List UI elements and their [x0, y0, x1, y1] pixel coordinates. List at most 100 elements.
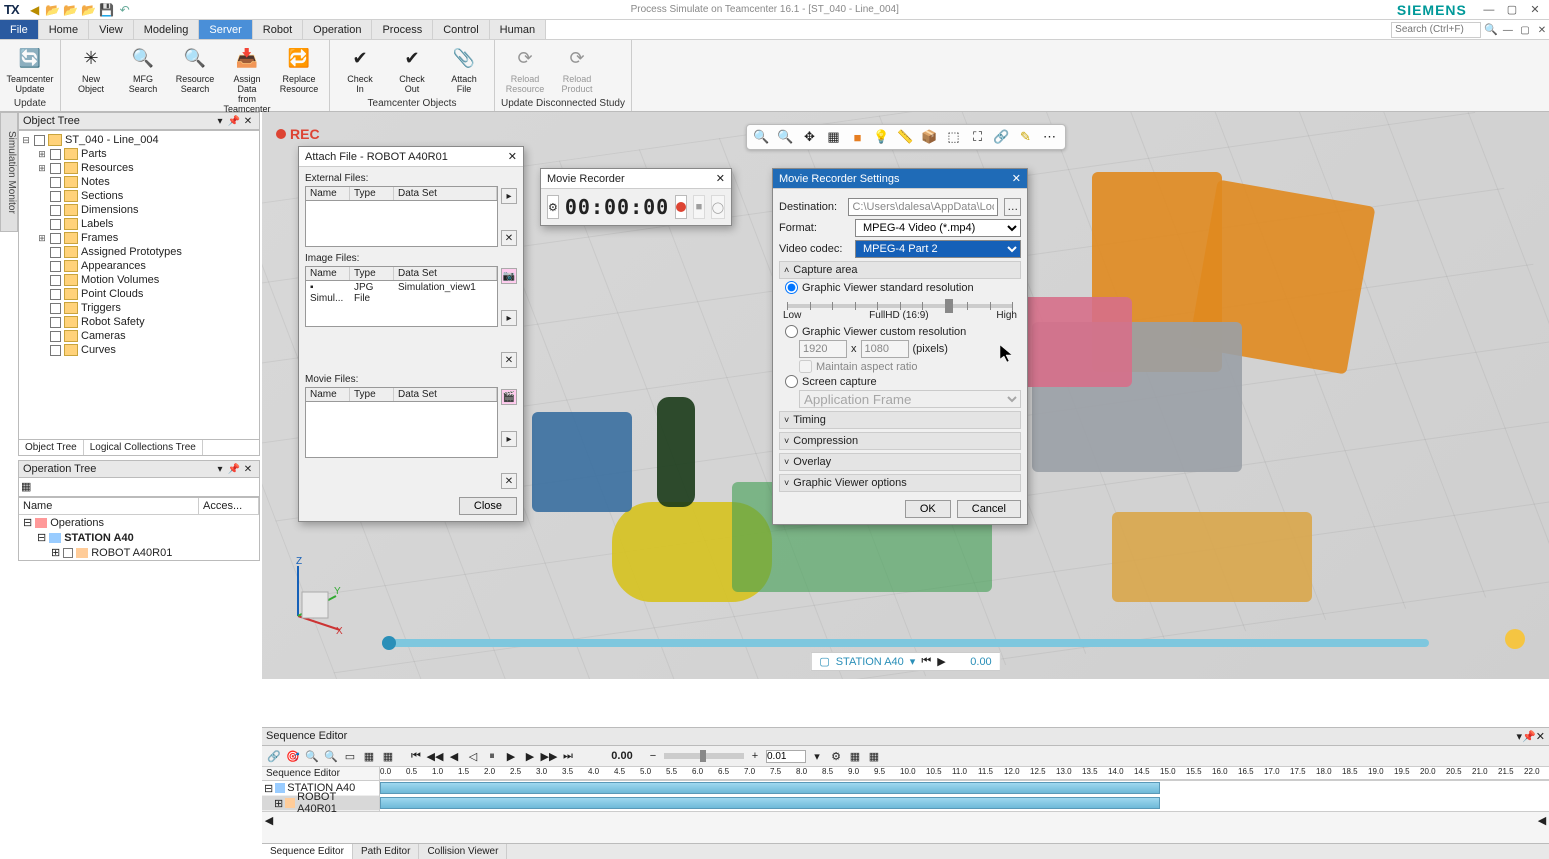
window-close-icon[interactable]: ✕	[1525, 3, 1545, 16]
optree-toolbar-icon[interactable]: ▦	[21, 480, 37, 494]
ribbon-new-button[interactable]: ✳NewObject	[67, 42, 115, 114]
vp-measure-icon[interactable]: 📏	[897, 128, 915, 146]
ribbon-mfg-button[interactable]: 🔍MFGSearch	[119, 42, 167, 114]
seq-tb-fit-icon[interactable]: ▭	[342, 748, 358, 764]
playback-flag-icon[interactable]: ▢	[819, 655, 829, 668]
close-panel-icon[interactable]: ✕	[241, 116, 255, 127]
recorder-pause-button[interactable]: ◯	[711, 195, 725, 219]
seq-row2[interactable]: ROBOT A40R01	[297, 791, 377, 815]
ribbon-resource-button[interactable]: 🔍ResourceSearch	[171, 42, 219, 114]
object-tree[interactable]: ⊟ST_040 - Line_004⊞Parts⊞Resources Notes…	[18, 130, 260, 440]
vp-fit-icon[interactable]: ⛶	[969, 128, 987, 146]
tree-item[interactable]: Robot Safety	[81, 316, 145, 328]
mrs-dest-input[interactable]	[848, 198, 998, 216]
mrs-overlay-header[interactable]: Overlay	[793, 456, 831, 468]
tree-item[interactable]: Point Clouds	[81, 288, 143, 300]
attach-dialog-close-icon[interactable]: ✕	[508, 150, 517, 163]
mrs-codec-select[interactable]: MPEG-4 Part 2	[855, 240, 1021, 258]
ribbon-attach-button[interactable]: 📎AttachFile	[440, 42, 488, 97]
mdi-close-icon[interactable]: ✕	[1535, 25, 1549, 36]
tab-operation[interactable]: Operation	[303, 20, 372, 39]
qa-open2-icon[interactable]: 📂	[63, 2, 79, 18]
optree-root[interactable]: Operations	[50, 517, 104, 529]
qa-open-icon[interactable]: 📂	[45, 2, 61, 18]
tab-control[interactable]: Control	[433, 20, 489, 39]
vp-zoom-in-icon[interactable]: 🔍	[753, 128, 771, 146]
mrs-capture-header[interactable]: Capture area	[793, 264, 857, 276]
seq-stepfwd-icon[interactable]: ▶	[522, 748, 538, 764]
qa-save-icon[interactable]: 💾	[99, 2, 115, 18]
qa-undo-icon[interactable]: ↶	[117, 2, 133, 18]
ribbon-teamcenter-button[interactable]: 🔄TeamcenterUpdate	[6, 42, 54, 97]
axis-gizmo[interactable]: Z X Y	[278, 556, 348, 639]
mrs-timing-header[interactable]: Timing	[793, 414, 826, 426]
mrs-browse-icon[interactable]: …	[1004, 198, 1021, 216]
tab-home[interactable]: Home	[39, 20, 89, 39]
search-icon[interactable]: 🔍	[1481, 23, 1501, 36]
radio-custom[interactable]	[785, 325, 798, 338]
tree-item[interactable]: Cameras	[81, 330, 126, 342]
tree-item[interactable]: Notes	[81, 176, 110, 188]
vp-cube-icon[interactable]: ▦	[825, 128, 843, 146]
radio-std[interactable]	[785, 281, 798, 294]
bottom-tab-path[interactable]: Path Editor	[353, 844, 419, 859]
recorder-settings-icon[interactable]: ⚙	[547, 195, 559, 219]
vp-shade-icon[interactable]: ■	[849, 128, 867, 146]
custom-height-input[interactable]: 1080	[861, 340, 909, 358]
seq-tb-5-icon[interactable]: ▦	[361, 748, 377, 764]
gantt-area[interactable]	[380, 781, 1549, 811]
pin2-icon[interactable]: 📌	[227, 116, 241, 127]
optree-station[interactable]: STATION A40	[64, 532, 133, 544]
ribbon-check-button[interactable]: ✔CheckOut	[388, 42, 436, 97]
mrs-close-icon[interactable]: ✕	[1012, 172, 1021, 185]
qa-open3-icon[interactable]: 📂	[81, 2, 97, 18]
ext-remove-icon[interactable]: ✕	[501, 230, 517, 246]
seq-close-icon[interactable]: ✕	[1536, 730, 1545, 743]
ribbon-assign-data-button[interactable]: 📥Assign Datafrom Teamcenter	[223, 42, 271, 114]
chevron-down-icon4[interactable]: ˅	[784, 478, 789, 488]
seq-next-icon[interactable]: ▶▶	[541, 748, 557, 764]
tree-item[interactable]: Resources	[81, 162, 134, 174]
tab-human[interactable]: Human	[490, 20, 546, 39]
seq-speed-plus[interactable]: +	[747, 748, 763, 764]
optree-robot[interactable]: ROBOT A40R01	[91, 547, 172, 559]
img-more-icon[interactable]: ▸	[501, 310, 517, 326]
seq-scroll-left-icon[interactable]: ◀	[262, 814, 276, 827]
seq-tb-d-icon[interactable]: ▦	[866, 748, 882, 764]
ribbon-check-button[interactable]: ✔CheckIn	[336, 42, 384, 97]
vp-select-icon[interactable]: ⬚	[945, 128, 963, 146]
mrs-gv-header[interactable]: Graphic Viewer options	[793, 477, 907, 489]
tree-item[interactable]: Frames	[81, 232, 118, 244]
seq-stepback-icon[interactable]: ◀	[446, 748, 462, 764]
mov-add-icon[interactable]: 🎬	[501, 389, 517, 405]
mdi-restore-icon[interactable]: ▢	[1518, 25, 1532, 36]
optree-close-icon[interactable]: ✕	[241, 464, 255, 475]
seq-prev-icon[interactable]: ◀◀	[427, 748, 443, 764]
window-minimize-icon[interactable]: —	[1479, 4, 1499, 16]
bottom-tab-sequence[interactable]: Sequence Editor	[262, 844, 353, 859]
recorder-record-button[interactable]	[675, 195, 687, 219]
tab-view[interactable]: View	[89, 20, 134, 39]
seq-step-input[interactable]	[766, 750, 806, 763]
vp-pan-icon[interactable]: ✥	[801, 128, 819, 146]
tree-item[interactable]: Triggers	[81, 302, 121, 314]
tab-process[interactable]: Process	[372, 20, 433, 39]
seq-tb-zoomout-icon[interactable]: 🔍	[304, 748, 320, 764]
window-maximize-icon[interactable]: ▢	[1502, 3, 1522, 16]
playback-dropdown-icon[interactable]: ▾	[910, 655, 916, 668]
playback-prev-icon[interactable]: ⏮	[921, 655, 931, 668]
bottom-tab-collision[interactable]: Collision Viewer	[419, 844, 507, 859]
seq-last-icon[interactable]: ⏭	[560, 748, 576, 764]
mrs-cancel-button[interactable]: Cancel	[957, 500, 1021, 518]
tab-server[interactable]: Server	[199, 20, 252, 39]
img-remove-icon[interactable]: ✕	[501, 352, 517, 368]
image-files-list[interactable]: ▪ Simul... JPG File Simulation_view1	[305, 281, 498, 327]
radio-screen[interactable]	[785, 375, 798, 388]
tree-item[interactable]: Curves	[81, 344, 116, 356]
tab-modeling[interactable]: Modeling	[134, 20, 200, 39]
seq-tb-6-icon[interactable]: ▦	[380, 748, 396, 764]
chevron-down-icon3[interactable]: ˅	[784, 457, 789, 467]
chevron-down-icon[interactable]: ˅	[784, 415, 789, 425]
movie-recorder-close-icon[interactable]: ✕	[716, 172, 725, 185]
vp-box-icon[interactable]: 📦	[921, 128, 939, 146]
